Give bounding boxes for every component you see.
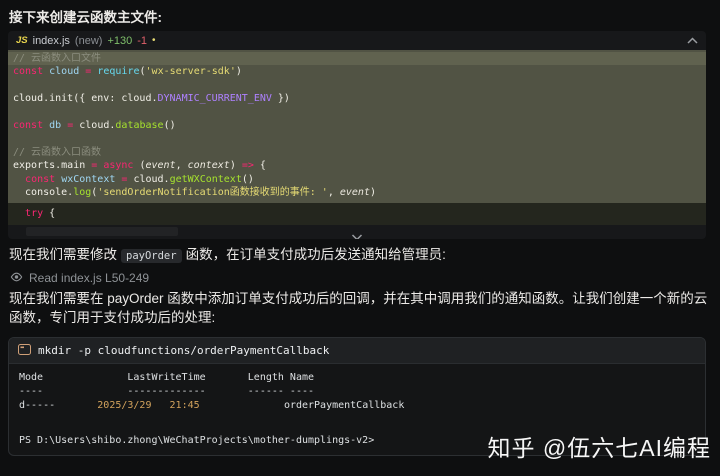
chevron-up-icon[interactable]	[687, 37, 698, 44]
filename-label: index.js	[33, 35, 70, 47]
code-line	[8, 106, 706, 119]
code-diff-block: JS index.js (new) +130 -1 • // 云函数入口文件co…	[8, 31, 706, 239]
read-status-label: Read index.js L50-249	[29, 271, 149, 285]
code-line	[8, 132, 706, 145]
terminal-command-text: mkdir -p cloudfunctions/orderPaymentCall…	[38, 344, 329, 357]
assistant-message-intro: 接下来创建云函数主文件:	[9, 6, 162, 26]
directory-listing: Mode LastWriteTime Length Name ---- ----…	[19, 371, 695, 413]
additions-count: +130	[107, 35, 132, 47]
modified-dot-indicator: •	[152, 35, 156, 46]
chat-transcript-page: 接下来创建云函数主文件: JS index.js (new) +130 -1 •…	[0, 0, 720, 476]
assistant-message-paragraph: 现在我们需要修改 payOrder 函数，在订单支付成功后发送通知给管理员:	[9, 243, 711, 263]
assistant-message-paragraph: 现在我们需要在 payOrder 函数中添加订单支付成功后的回调，并在其中调用我…	[9, 289, 713, 327]
zhihu-watermark: 知乎 @伍六七AI编程	[488, 429, 711, 463]
javascript-file-icon: JS	[16, 35, 28, 46]
inline-code-payorder: payOrder	[121, 249, 182, 263]
paragraph-text: 函数，在订单支付成功后发送通知给管理员:	[186, 247, 446, 262]
eye-icon	[10, 271, 23, 285]
code-line: // 云函数入口函数	[8, 146, 706, 159]
terminal-command-header: mkdir -p cloudfunctions/orderPaymentCall…	[9, 338, 705, 364]
code-line: try {	[8, 207, 706, 220]
code-line: const cloud = require('wx-server-sdk')	[8, 65, 706, 78]
code-line: const db = cloud.database()	[8, 119, 706, 132]
code-line: // 云函数入口文件	[8, 52, 706, 65]
code-block-footer	[8, 225, 706, 239]
code-line: console.log('sendOrderNotification函数接收到的…	[8, 186, 706, 199]
code-line	[8, 79, 706, 92]
terminal-icon	[18, 342, 31, 360]
deletions-count: -1	[137, 35, 147, 47]
read-file-status: Read index.js L50-249	[10, 271, 149, 285]
code-line: exports.main = async (event, context) =>…	[8, 159, 706, 172]
paragraph-text: 现在我们需要修改	[9, 247, 117, 262]
code-line: const wxContext = cloud.getWXContext()	[8, 173, 706, 186]
chevron-down-icon[interactable]	[352, 228, 363, 239]
code-trailing-lines: try {	[8, 203, 706, 224]
code-diff-header: JS index.js (new) +130 -1 •	[8, 31, 706, 50]
collapsed-hint-pill	[26, 227, 178, 236]
file-status-label: (new)	[75, 35, 103, 47]
code-added-lines: // 云函数入口文件const cloud = require('wx-serv…	[8, 50, 706, 203]
code-line: cloud.init({ env: cloud.DYNAMIC_CURRENT_…	[8, 92, 706, 105]
